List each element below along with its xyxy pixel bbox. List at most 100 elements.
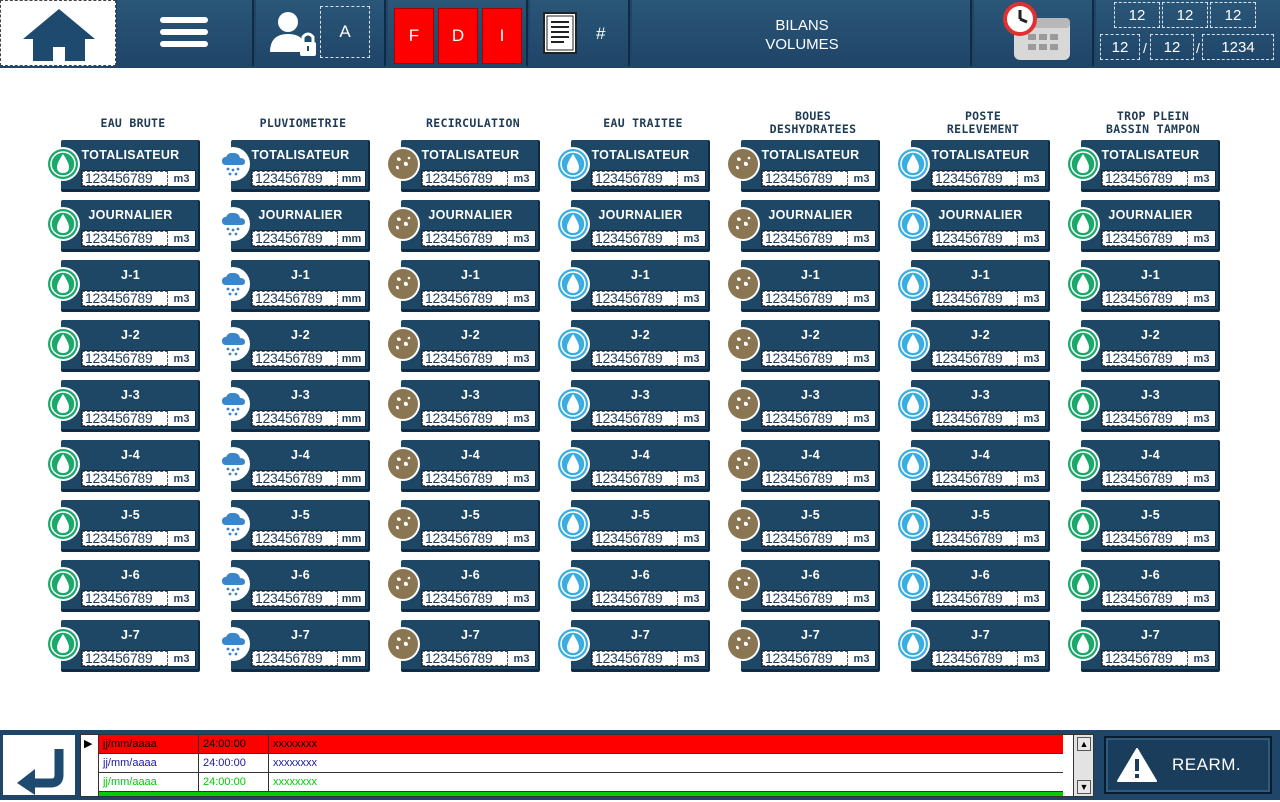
volume-card[interactable]: J-4 123456789 m3 [386, 440, 542, 494]
volume-card[interactable]: J-4 123456789 m3 [46, 440, 202, 494]
card-value-field[interactable]: 123456789 m3 [931, 350, 1046, 367]
card-value-field[interactable]: 123456789 m3 [761, 350, 876, 367]
volume-card[interactable]: J-2 123456789 m3 [726, 320, 882, 374]
volume-card[interactable]: J-3 123456789 mm [216, 380, 372, 434]
card-value-field[interactable]: 123456789 mm [251, 350, 366, 367]
card-value-field[interactable]: 123456789 m3 [931, 470, 1046, 487]
card-value-field[interactable]: 123456789 m3 [81, 470, 196, 487]
volume-card[interactable]: J-6 123456789 m3 [46, 560, 202, 614]
volume-card[interactable]: J-4 123456789 mm [216, 440, 372, 494]
volume-card[interactable]: J-4 123456789 m3 [556, 440, 712, 494]
card-value-field[interactable]: 123456789 m3 [591, 590, 706, 607]
volume-card[interactable]: J-2 123456789 m3 [896, 320, 1052, 374]
volume-card[interactable]: J-3 123456789 m3 [1066, 380, 1222, 434]
card-value-field[interactable]: 123456789 m3 [81, 590, 196, 607]
card-value-field[interactable]: 123456789 mm [251, 410, 366, 427]
volume-card[interactable]: JOURNALIER 123456789 m3 [1066, 200, 1222, 254]
card-value-field[interactable]: 123456789 mm [251, 170, 366, 187]
access-level-field[interactable]: A [320, 6, 370, 58]
volume-card[interactable]: J-6 123456789 mm [216, 560, 372, 614]
volume-card[interactable]: J-4 123456789 m3 [896, 440, 1052, 494]
card-value-field[interactable]: 123456789 m3 [591, 650, 706, 667]
card-value-field[interactable]: 123456789 m3 [591, 410, 706, 427]
card-value-field[interactable]: 123456789 m3 [761, 590, 876, 607]
card-value-field[interactable]: 123456789 m3 [591, 530, 706, 547]
card-value-field[interactable]: 123456789 m3 [1101, 410, 1216, 427]
back-button[interactable] [2, 734, 76, 796]
card-value-field[interactable]: 123456789 m3 [931, 170, 1046, 187]
volume-card[interactable]: J-1 123456789 m3 [1066, 260, 1222, 314]
card-value-field[interactable]: 123456789 m3 [81, 650, 196, 667]
card-value-field[interactable]: 123456789 m3 [761, 650, 876, 667]
volume-card[interactable]: J-5 123456789 m3 [556, 500, 712, 554]
date-field-1[interactable]: 12 [1114, 2, 1160, 28]
card-value-field[interactable]: 123456789 m3 [1101, 290, 1216, 307]
volume-card[interactable]: JOURNALIER 123456789 m3 [556, 200, 712, 254]
card-value-field[interactable]: 123456789 m3 [761, 470, 876, 487]
volume-card[interactable]: TOTALISATEUR 123456789 mm [216, 140, 372, 194]
card-value-field[interactable]: 123456789 m3 [421, 590, 536, 607]
volume-card[interactable]: J-5 123456789 m3 [46, 500, 202, 554]
alarm-row[interactable]: jj/mm/aaaa 24:00:00 xxxxxxxx [99, 754, 1063, 773]
card-value-field[interactable]: 123456789 m3 [421, 650, 536, 667]
volume-card[interactable]: J-5 123456789 m3 [896, 500, 1052, 554]
card-value-field[interactable]: 123456789 m3 [931, 290, 1046, 307]
card-value-field[interactable]: 123456789 m3 [421, 470, 536, 487]
volume-card[interactable]: J-7 123456789 m3 [46, 620, 202, 674]
date-field-5[interactable]: 12 [1150, 34, 1194, 60]
volume-card[interactable]: J-1 123456789 m3 [46, 260, 202, 314]
card-value-field[interactable]: 123456789 m3 [1101, 470, 1216, 487]
volume-card[interactable]: J-6 123456789 m3 [556, 560, 712, 614]
calendar-panel[interactable] [974, 0, 1094, 66]
volume-card[interactable]: TOTALISATEUR 123456789 m3 [46, 140, 202, 194]
volume-card[interactable]: JOURNALIER 123456789 m3 [46, 200, 202, 254]
alarm-row[interactable]: jj/mm/aaaa 24:00:00 xxxxxxxx [99, 735, 1063, 754]
volume-card[interactable]: J-7 123456789 m3 [386, 620, 542, 674]
volume-card[interactable]: J-2 123456789 m3 [556, 320, 712, 374]
volume-card[interactable]: J-3 123456789 m3 [46, 380, 202, 434]
card-value-field[interactable]: 123456789 m3 [1101, 530, 1216, 547]
card-value-field[interactable]: 123456789 m3 [1101, 230, 1216, 247]
card-value-field[interactable]: 123456789 m3 [761, 410, 876, 427]
card-value-field[interactable]: 123456789 mm [251, 530, 366, 547]
scroll-down-button[interactable]: ▼ [1077, 780, 1091, 794]
card-value-field[interactable]: 123456789 m3 [1101, 590, 1216, 607]
volume-card[interactable]: J-6 123456789 m3 [1066, 560, 1222, 614]
card-value-field[interactable]: 123456789 m3 [591, 350, 706, 367]
card-value-field[interactable]: 123456789 mm [251, 590, 366, 607]
volume-card[interactable]: J-6 123456789 m3 [896, 560, 1052, 614]
alarm-scrollbar[interactable]: ▲ ▼ [1073, 735, 1093, 796]
card-value-field[interactable]: 123456789 m3 [761, 530, 876, 547]
card-value-field[interactable]: 123456789 m3 [591, 170, 706, 187]
volume-card[interactable]: J-5 123456789 m3 [386, 500, 542, 554]
card-value-field[interactable]: 123456789 mm [251, 650, 366, 667]
volume-card[interactable]: J-4 123456789 m3 [726, 440, 882, 494]
volume-card[interactable]: J-3 123456789 m3 [896, 380, 1052, 434]
volume-card[interactable]: J-7 123456789 m3 [896, 620, 1052, 674]
date-field-3[interactable]: 12 [1210, 2, 1256, 28]
card-value-field[interactable]: 123456789 m3 [931, 650, 1046, 667]
card-value-field[interactable]: 123456789 m3 [931, 590, 1046, 607]
volume-card[interactable]: J-7 123456789 m3 [726, 620, 882, 674]
card-value-field[interactable]: 123456789 m3 [931, 410, 1046, 427]
volume-card[interactable]: J-2 123456789 m3 [1066, 320, 1222, 374]
card-value-field[interactable]: 123456789 m3 [81, 410, 196, 427]
volume-card[interactable]: J-7 123456789 m3 [556, 620, 712, 674]
date-field-2[interactable]: 12 [1162, 2, 1208, 28]
card-value-field[interactable]: 123456789 m3 [81, 230, 196, 247]
rearm-button[interactable]: REARM. [1104, 736, 1272, 794]
card-value-field[interactable]: 123456789 mm [251, 290, 366, 307]
f-button[interactable]: F [394, 8, 434, 64]
scroll-up-button[interactable]: ▲ [1077, 737, 1091, 751]
volume-card[interactable]: JOURNALIER 123456789 m3 [386, 200, 542, 254]
document-panel[interactable]: # [530, 0, 630, 66]
i-button[interactable]: I [482, 8, 522, 64]
volume-card[interactable]: JOURNALIER 123456789 mm [216, 200, 372, 254]
volume-card[interactable]: TOTALISATEUR 123456789 m3 [386, 140, 542, 194]
card-value-field[interactable]: 123456789 m3 [81, 530, 196, 547]
card-value-field[interactable]: 123456789 m3 [761, 230, 876, 247]
card-value-field[interactable]: 123456789 m3 [1101, 350, 1216, 367]
card-value-field[interactable]: 123456789 m3 [761, 290, 876, 307]
user-panel[interactable]: A [256, 0, 386, 66]
card-value-field[interactable]: 123456789 m3 [591, 230, 706, 247]
